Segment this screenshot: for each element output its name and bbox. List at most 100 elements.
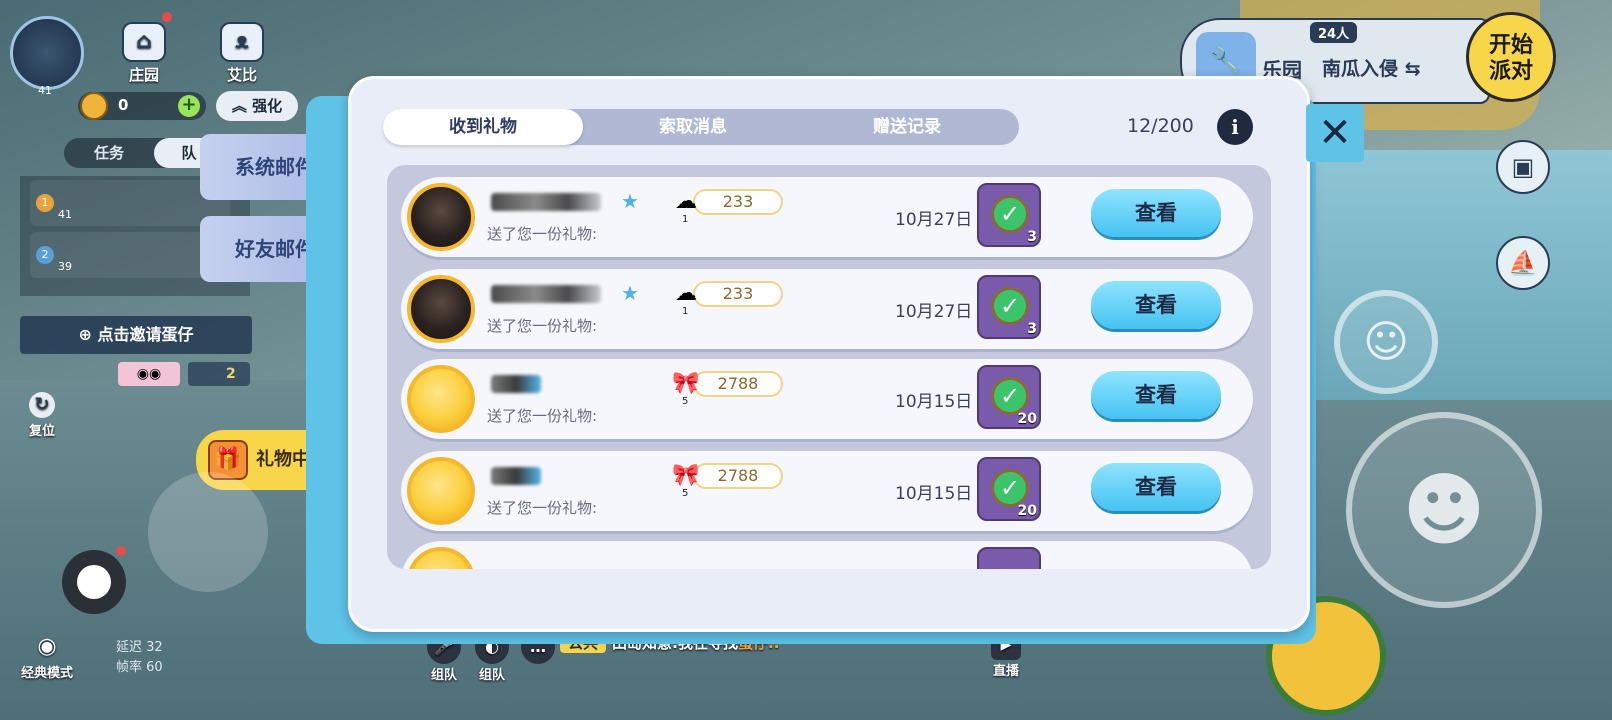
claimed-count: 3 — [1027, 229, 1037, 245]
live-label: 直播 — [992, 664, 1019, 679]
view-button[interactable]: 查看 — [1091, 463, 1221, 511]
coin-count: 0 — [118, 96, 129, 114]
gift-center-modal: 收到礼物 索取消息 赠送记录 12/200 i ★ 送了您一份礼物: 233 ☁… — [348, 76, 1310, 632]
voice-team-label: 组队 — [430, 668, 457, 683]
eye-icon: ◉ — [37, 634, 57, 659]
record-indicator-dot — [116, 546, 126, 556]
gift-item-icon: ☁ 1 — [667, 279, 705, 317]
enhance-label: 强化 — [252, 97, 283, 115]
gift-row: 送了您一份礼物: 2788 🎀 5 10月15日 ✓ 20 查看 — [401, 451, 1253, 531]
claimed-count: 20 — [1017, 503, 1037, 519]
gift-item-icon: ☁ 1 — [667, 187, 705, 225]
check-icon: ✓ — [991, 287, 1029, 325]
chevron-up-icon: ︽ — [231, 97, 247, 115]
view-button[interactable]: 查看 — [1091, 371, 1221, 419]
tab-tasks[interactable]: 任务 — [74, 138, 144, 168]
reset-button[interactable]: ↻ 复位 — [20, 392, 64, 439]
player-avatar[interactable] — [10, 16, 84, 90]
sender-avatar[interactable] — [407, 275, 475, 343]
view-button[interactable]: 查看 — [1091, 189, 1221, 237]
start-label-line1: 开始 — [1488, 33, 1533, 58]
claimed-count: 20 — [1017, 411, 1037, 427]
pet-button[interactable]: ᴥ 艾比 — [216, 22, 268, 85]
record-button[interactable] — [62, 550, 126, 614]
classic-mode-button[interactable]: ◉ 经典模式 — [14, 634, 80, 681]
tab-received-gifts[interactable]: 收到礼物 — [383, 109, 583, 145]
sender-name-redacted — [491, 467, 541, 485]
player-level: 41 — [38, 84, 52, 97]
cube-icon[interactable]: ▣ — [1496, 140, 1550, 194]
gift-counter: 12/200 — [1127, 115, 1194, 137]
joystick[interactable] — [148, 472, 268, 592]
gift-tabbar: 收到礼物 索取消息 赠送记录 — [383, 109, 1019, 145]
invite-button[interactable]: ⊕ 点击邀请蛋仔 — [20, 316, 252, 354]
sender-avatar[interactable] — [407, 183, 475, 251]
manor-button[interactable]: ⌂ 庄园 — [118, 22, 170, 85]
check-icon: ✓ — [991, 469, 1029, 507]
tab-sent-records[interactable]: 赠送记录 — [807, 109, 1007, 145]
coin-bar: 0 + — [78, 92, 206, 120]
gift-points: 233 — [693, 281, 783, 307]
gift-list[interactable]: ★ 送了您一份礼物: 233 ☁ 1 10月27日 ✓ 3 查看 ★ 送了您一份… — [387, 165, 1271, 569]
claimed-badge: ✓ 3 — [977, 183, 1041, 247]
sender-avatar[interactable] — [407, 365, 475, 433]
refresh-icon: ↻ — [29, 392, 55, 418]
eyes-badge[interactable]: ◉◉ — [118, 362, 180, 386]
invite-label: 点击邀请蛋仔 — [97, 325, 194, 344]
plus-circle-icon: ⊕ — [78, 325, 92, 344]
team-label: 组队 — [478, 668, 505, 683]
sender-avatar[interactable] — [407, 457, 475, 525]
net-stats: 延迟 32 帧率 60 — [116, 638, 163, 678]
claimed-badge: ✓ 20 — [977, 457, 1041, 521]
close-button[interactable]: ✕ — [1306, 104, 1364, 162]
gift-quantity: 5 — [682, 396, 689, 407]
jump-action-button[interactable]: ☻ — [1346, 412, 1542, 608]
fps-label: 帧率 60 — [116, 660, 163, 675]
add-coin-button[interactable]: + — [178, 95, 200, 117]
claimed-badge: ✓ 20 — [977, 365, 1041, 429]
house-icon: ⌂ — [122, 22, 166, 62]
boat-icon[interactable]: ⛵ — [1496, 236, 1550, 290]
room-player-count: 24人 — [1310, 22, 1358, 43]
gift-date: 10月27日 — [895, 302, 973, 322]
gift-message: 送了您一份礼物: — [487, 499, 598, 517]
gift-row: ★ 送了您一份礼物: 233 ☁ 1 10月27日 ✓ 3 查看 — [401, 177, 1253, 257]
team-rank: 1 — [36, 194, 54, 212]
claimed-badge — [977, 547, 1041, 569]
tab-request-messages[interactable]: 索取消息 — [593, 109, 793, 145]
gift-date: 10月27日 — [895, 210, 973, 230]
jump-icon: ☻ — [1402, 463, 1486, 557]
gift-message: 送了您一份礼物: — [487, 407, 598, 425]
gift-points: 233 — [693, 189, 783, 215]
gift-message: 送了您一份礼物: — [487, 225, 598, 243]
gift-row: ★ 送了您一份礼物: 233 ☁ 1 10月27日 ✓ 3 查看 — [401, 269, 1253, 349]
gift-item-icon: 🎀 5 — [667, 369, 705, 407]
gift-date: 10月15日 — [895, 484, 973, 504]
team-number: 41 — [58, 208, 72, 221]
sender-name-redacted — [491, 375, 541, 393]
gift-row: 送了您一份礼物: 2788 🎀 5 10月15日 ✓ 20 查看 — [401, 359, 1253, 439]
star-icon: ★ — [621, 189, 639, 213]
claimed-badge: ✓ 3 — [977, 275, 1041, 339]
room-mode: 南瓜入侵 ⇆ — [1322, 54, 1421, 81]
enhance-button[interactable]: ︽ 强化 — [216, 91, 298, 121]
view-button[interactable]: 查看 — [1091, 281, 1221, 329]
emote-count: 2 — [226, 366, 236, 382]
latency-label: 延迟 32 — [116, 640, 163, 655]
pet-icon: ᴥ — [220, 22, 264, 62]
start-party-button[interactable]: 开始 派对 — [1466, 12, 1556, 102]
team-number: 39 — [58, 260, 72, 273]
sender-name-redacted — [491, 285, 601, 303]
swap-icon: ⇆ — [1404, 58, 1421, 80]
pet-label: 艾比 — [226, 66, 257, 84]
gift-row-partial — [401, 541, 1253, 569]
info-icon[interactable]: i — [1217, 109, 1253, 145]
star-icon: ★ — [621, 281, 639, 305]
emote-badge[interactable]: 2 — [188, 362, 250, 386]
gift-quantity: 1 — [682, 306, 689, 317]
classic-mode-label: 经典模式 — [20, 666, 73, 681]
start-label-line2: 派对 — [1488, 59, 1533, 84]
face-icon: ☺ — [1363, 316, 1409, 368]
room-mode-label: 南瓜入侵 — [1322, 58, 1399, 80]
emote-action-button[interactable]: ☺ — [1334, 290, 1438, 394]
